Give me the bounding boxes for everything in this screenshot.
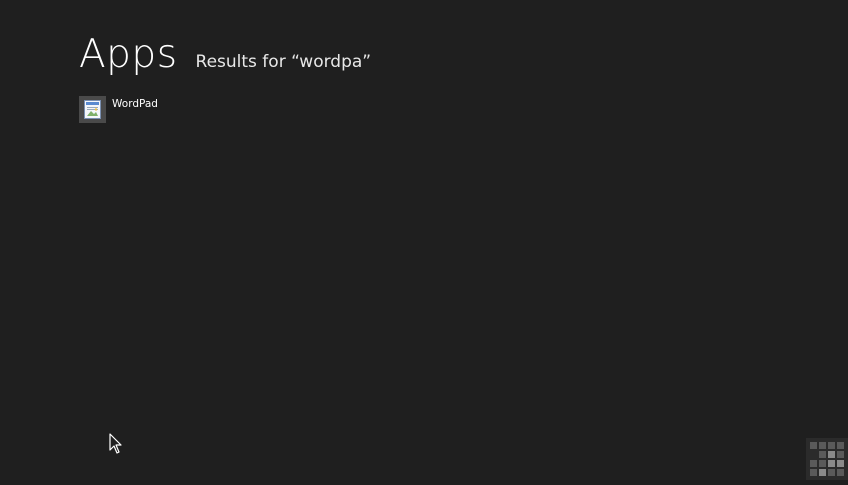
- app-result-label: WordPad: [112, 98, 158, 110]
- search-results-header: Apps Results for “wordpa”: [79, 30, 371, 80]
- semantic-zoom-icon: [810, 442, 844, 476]
- page-title: Apps: [79, 32, 178, 77]
- search-query-label: Results for “wordpa”: [195, 52, 372, 72]
- app-result-wordpad[interactable]: WordPad: [79, 96, 158, 124]
- mouse-pointer-icon: [109, 433, 122, 454]
- wordpad-icon: [79, 96, 106, 123]
- semantic-zoom-button[interactable]: [806, 438, 848, 480]
